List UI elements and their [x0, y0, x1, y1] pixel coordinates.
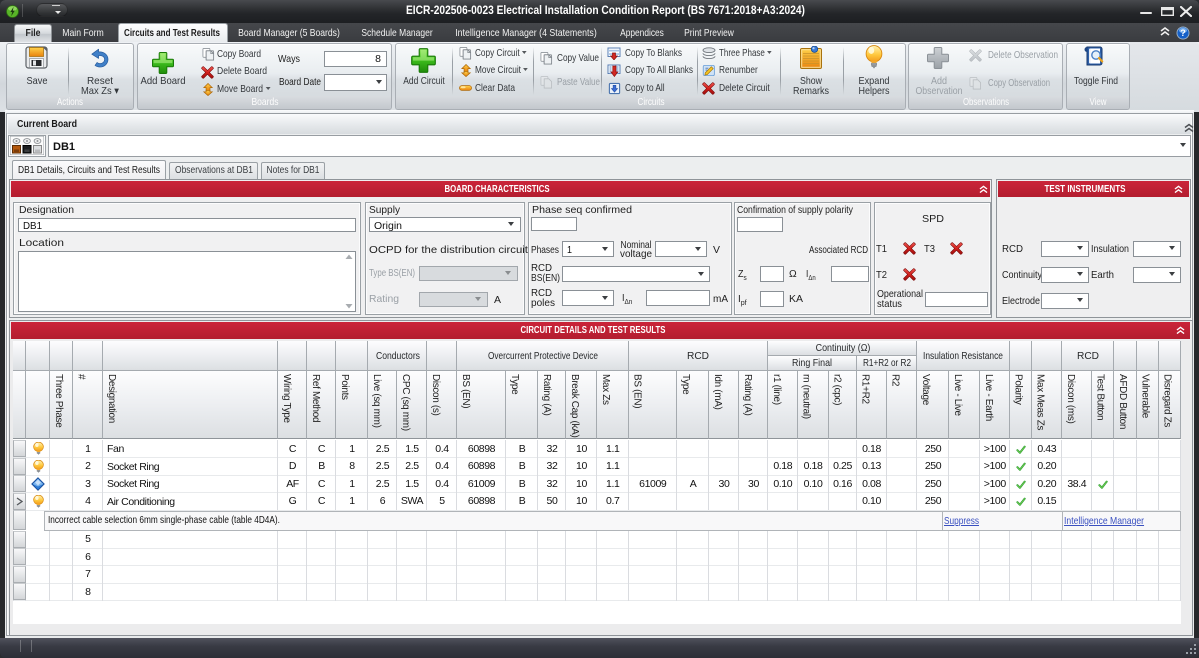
svg-text:?: ?	[1180, 28, 1186, 38]
